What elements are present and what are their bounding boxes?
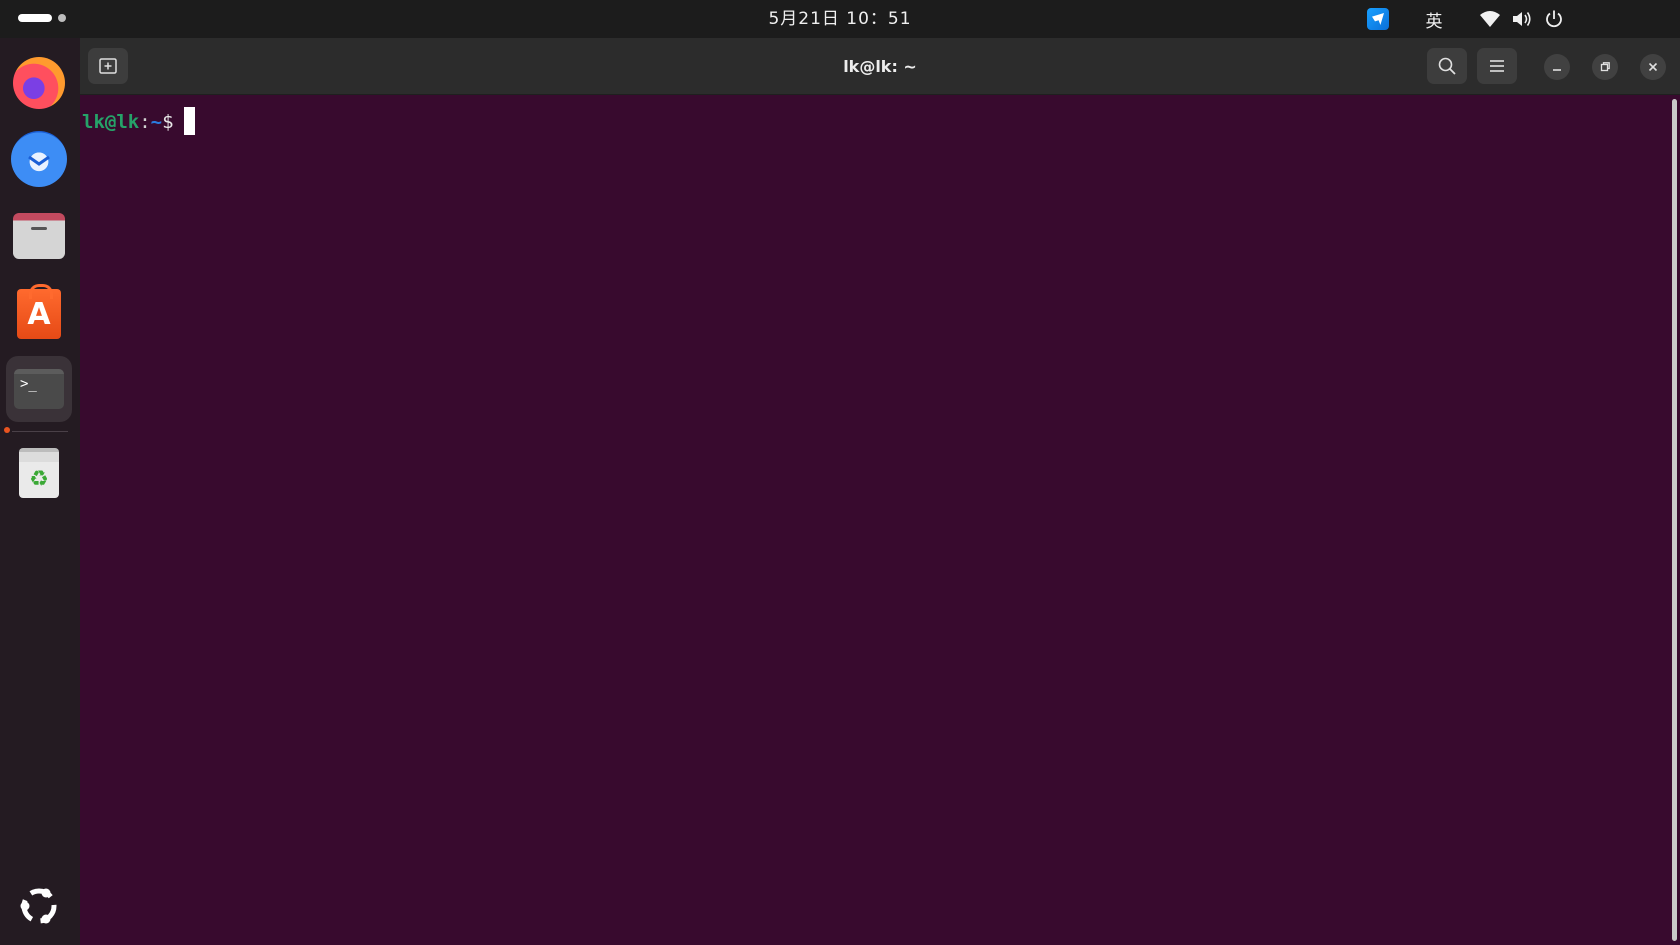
app-center-icon: A	[17, 284, 61, 339]
feishu-icon	[1367, 8, 1389, 30]
power-icon[interactable]	[1542, 8, 1566, 30]
window-headerbar: lk@lk: ~	[80, 38, 1680, 95]
prompt-colon: :	[139, 111, 151, 133]
volume-icon[interactable]	[1510, 8, 1534, 30]
ubuntu-apps-icon	[20, 888, 57, 924]
minimize-icon	[1553, 69, 1561, 71]
maximize-button[interactable]	[1592, 54, 1618, 80]
dock-separator	[12, 431, 68, 432]
wifi-icon[interactable]	[1478, 8, 1502, 30]
text-cursor	[183, 107, 195, 135]
app-tray-icon[interactable]	[1366, 8, 1390, 30]
input-method-indicator[interactable]: 英	[1422, 8, 1446, 32]
menu-icon	[1490, 60, 1504, 72]
running-indicator	[4, 427, 10, 433]
terminal-window: lk@lk: ~ lk@lk:~$	[80, 38, 1680, 945]
wifi-glyph	[1480, 11, 1500, 27]
dock-item-files[interactable]	[6, 203, 72, 269]
close-button[interactable]	[1640, 54, 1666, 80]
prompt-symbol: $	[162, 111, 174, 133]
trash-icon: ♻	[19, 448, 59, 498]
close-icon	[1648, 62, 1658, 72]
thunderbird-icon	[11, 131, 67, 187]
mail-envelope-glyph	[28, 155, 50, 166]
dock-item-show-apps[interactable]	[6, 873, 72, 939]
menu-button[interactable]	[1477, 48, 1517, 84]
terminal-output[interactable]: lk@lk:~$	[80, 95, 1670, 945]
dock-item-trash[interactable]: ♻	[6, 440, 72, 506]
prompt-path: ~	[150, 111, 163, 133]
top-bar: 5月21日 10：51 英	[0, 0, 1680, 38]
volume-glyph	[1513, 12, 1531, 26]
terminal-scrollbar[interactable]	[1672, 99, 1677, 941]
recycle-glyph: ♻	[29, 466, 49, 492]
app-center-glyph: A	[27, 296, 51, 332]
minimize-button[interactable]	[1544, 54, 1570, 80]
search-icon	[1438, 57, 1456, 75]
terminal-glyph: >_	[20, 376, 37, 392]
maximize-icon	[1600, 62, 1610, 72]
dock-item-thunderbird[interactable]	[6, 126, 72, 192]
dock-item-terminal[interactable]: >_	[6, 356, 72, 422]
prompt-user-host: lk@lk	[82, 111, 140, 133]
power-glyph	[1546, 10, 1562, 28]
terminal-icon: >_	[14, 369, 64, 409]
firefox-icon	[13, 57, 65, 109]
files-icon	[13, 213, 65, 259]
dock-item-firefox[interactable]	[6, 50, 72, 116]
search-button[interactable]	[1427, 48, 1467, 84]
dock-item-app-center[interactable]: A	[6, 281, 72, 347]
dock: A >_ ♻	[0, 38, 80, 945]
